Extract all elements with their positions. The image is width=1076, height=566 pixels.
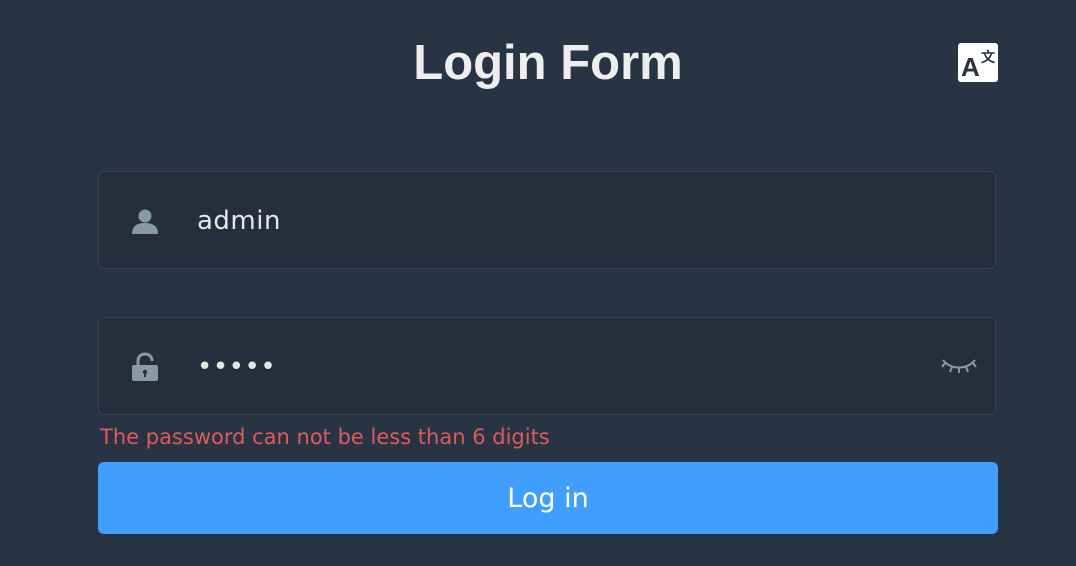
page-title: Login Form <box>413 36 683 90</box>
user-icon <box>132 209 158 234</box>
password-error-message: The password can not be less than 6 digi… <box>100 425 550 449</box>
eye-closed-icon[interactable] <box>941 354 977 378</box>
svg-text:文: 文 <box>981 49 996 65</box>
lock-icon <box>132 352 158 381</box>
svg-text:A: A <box>961 52 980 82</box>
password-field <box>98 317 996 415</box>
username-input[interactable] <box>197 200 917 242</box>
language-button[interactable]: A 文 <box>958 43 998 82</box>
translate-icon: A 文 <box>961 49 996 82</box>
login-button[interactable]: Log in <box>98 462 998 534</box>
username-field <box>98 171 996 269</box>
password-input[interactable] <box>197 346 917 388</box>
